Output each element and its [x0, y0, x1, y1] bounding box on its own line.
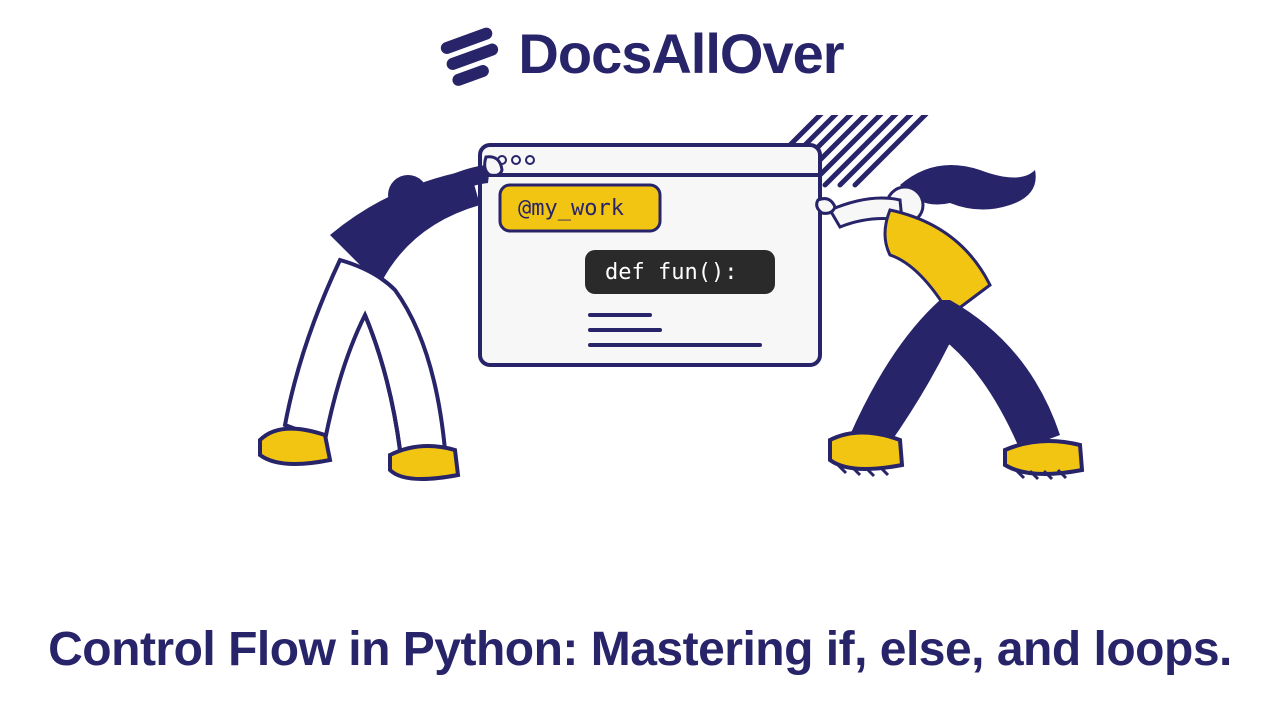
decorator-label: @my_work: [518, 196, 624, 221]
brand-name: DocsAllOver: [518, 21, 843, 86]
logo-icon: [436, 18, 506, 88]
hero-illustration: @my_work def fun():: [190, 115, 1090, 535]
page-title: Control Flow in Python: Mastering if, el…: [0, 620, 1280, 680]
person-right-icon: [817, 165, 1082, 479]
header: DocsAllOver: [0, 18, 1280, 88]
person-left-icon: [260, 157, 502, 479]
code-window-icon: @my_work def fun():: [480, 145, 820, 365]
function-def-label: def fun():: [605, 260, 737, 285]
